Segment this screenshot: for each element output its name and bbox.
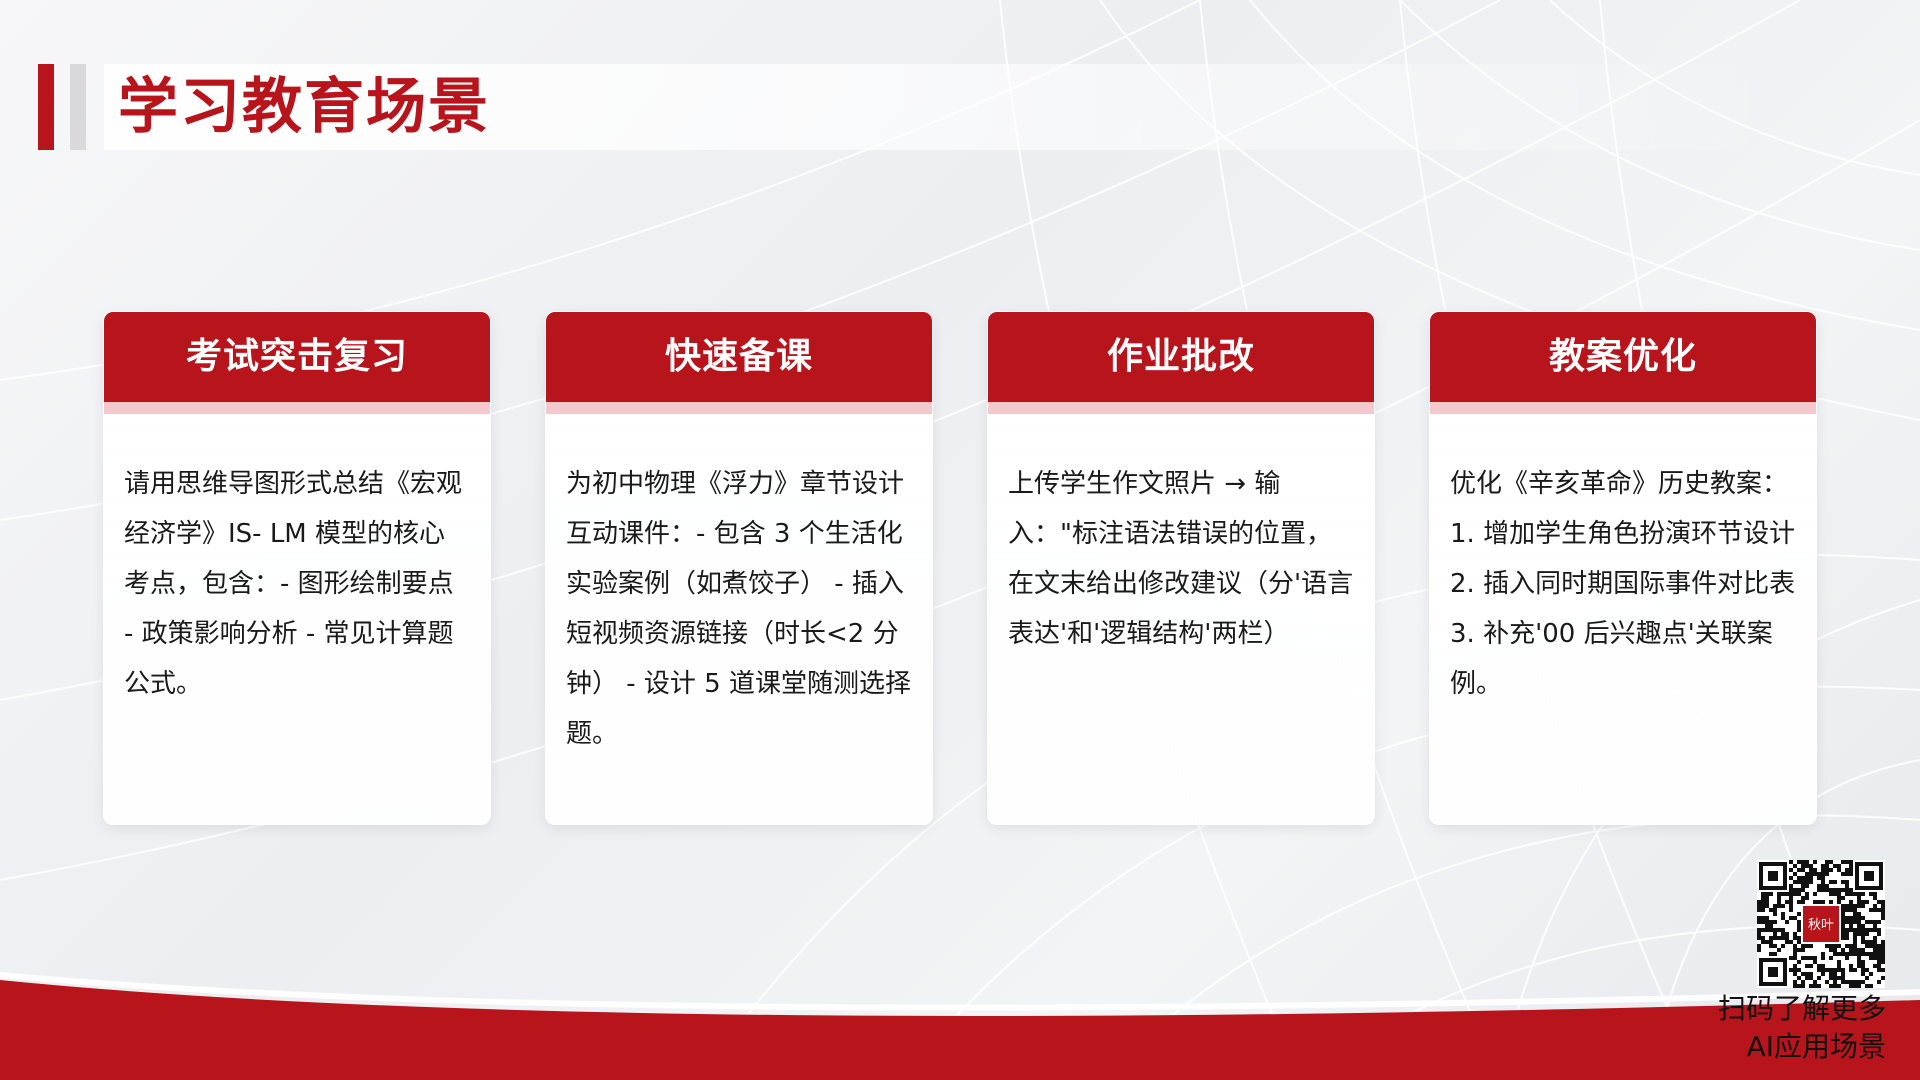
card-header-accent bbox=[546, 402, 932, 414]
card-lesson-prep: 快速备课 为初中物理《浮力》章节设计互动课件：- 包含 3 个生活化实验案例（如… bbox=[545, 311, 933, 825]
card-header-accent bbox=[1430, 402, 1816, 414]
card-body: 优化《辛亥革命》历史教案：1. 增加学生角色扮演环节设计 2. 插入同时期国际事… bbox=[1450, 469, 1796, 699]
card-homework-grading: 作业批改 上传学生作文照片 → 输入："标注语法错误的位置，在文末给出修改建议（… bbox=[987, 311, 1375, 825]
qr-code-icon: 秋叶 bbox=[1757, 860, 1885, 988]
qr-center-label: 秋叶 bbox=[1808, 918, 1834, 933]
qr-caption: 扫码了解更多 AI应用场景 bbox=[1660, 990, 1886, 1066]
card-body: 为初中物理《浮力》章节设计互动课件：- 包含 3 个生活化实验案例（如煮饺子） … bbox=[566, 469, 911, 749]
card-title: 作业批改 bbox=[1106, 336, 1255, 377]
card-header-accent bbox=[988, 402, 1374, 414]
card-lesson-plan-optimization: 教案优化 优化《辛亥革命》历史教案：1. 增加学生角色扮演环节设计 2. 插入同… bbox=[1429, 311, 1817, 825]
qr-caption-line2: AI应用场景 bbox=[1746, 1030, 1886, 1063]
card-body: 上传学生作文照片 → 输入："标注语法错误的位置，在文末给出修改建议（分'语言表… bbox=[1008, 469, 1354, 649]
qr-caption-line1: 扫码了解更多 bbox=[1717, 992, 1886, 1025]
card-title: 考试突击复习 bbox=[185, 336, 408, 377]
card-header-accent bbox=[104, 402, 490, 414]
card-title: 快速备课 bbox=[664, 336, 813, 377]
card-title: 教案优化 bbox=[1548, 336, 1697, 377]
scenario-cards: 考试突击复习 请用思维导图形式总结《宏观经济学》IS- LM 模型的核心考点，包… bbox=[0, 0, 1920, 1080]
card-exam-review: 考试突击复习 请用思维导图形式总结《宏观经济学》IS- LM 模型的核心考点，包… bbox=[103, 311, 491, 825]
qr-code[interactable]: 秋叶 bbox=[1757, 860, 1885, 988]
card-body: 请用思维导图形式总结《宏观经济学》IS- LM 模型的核心考点，包含：- 图形绘… bbox=[124, 469, 463, 699]
